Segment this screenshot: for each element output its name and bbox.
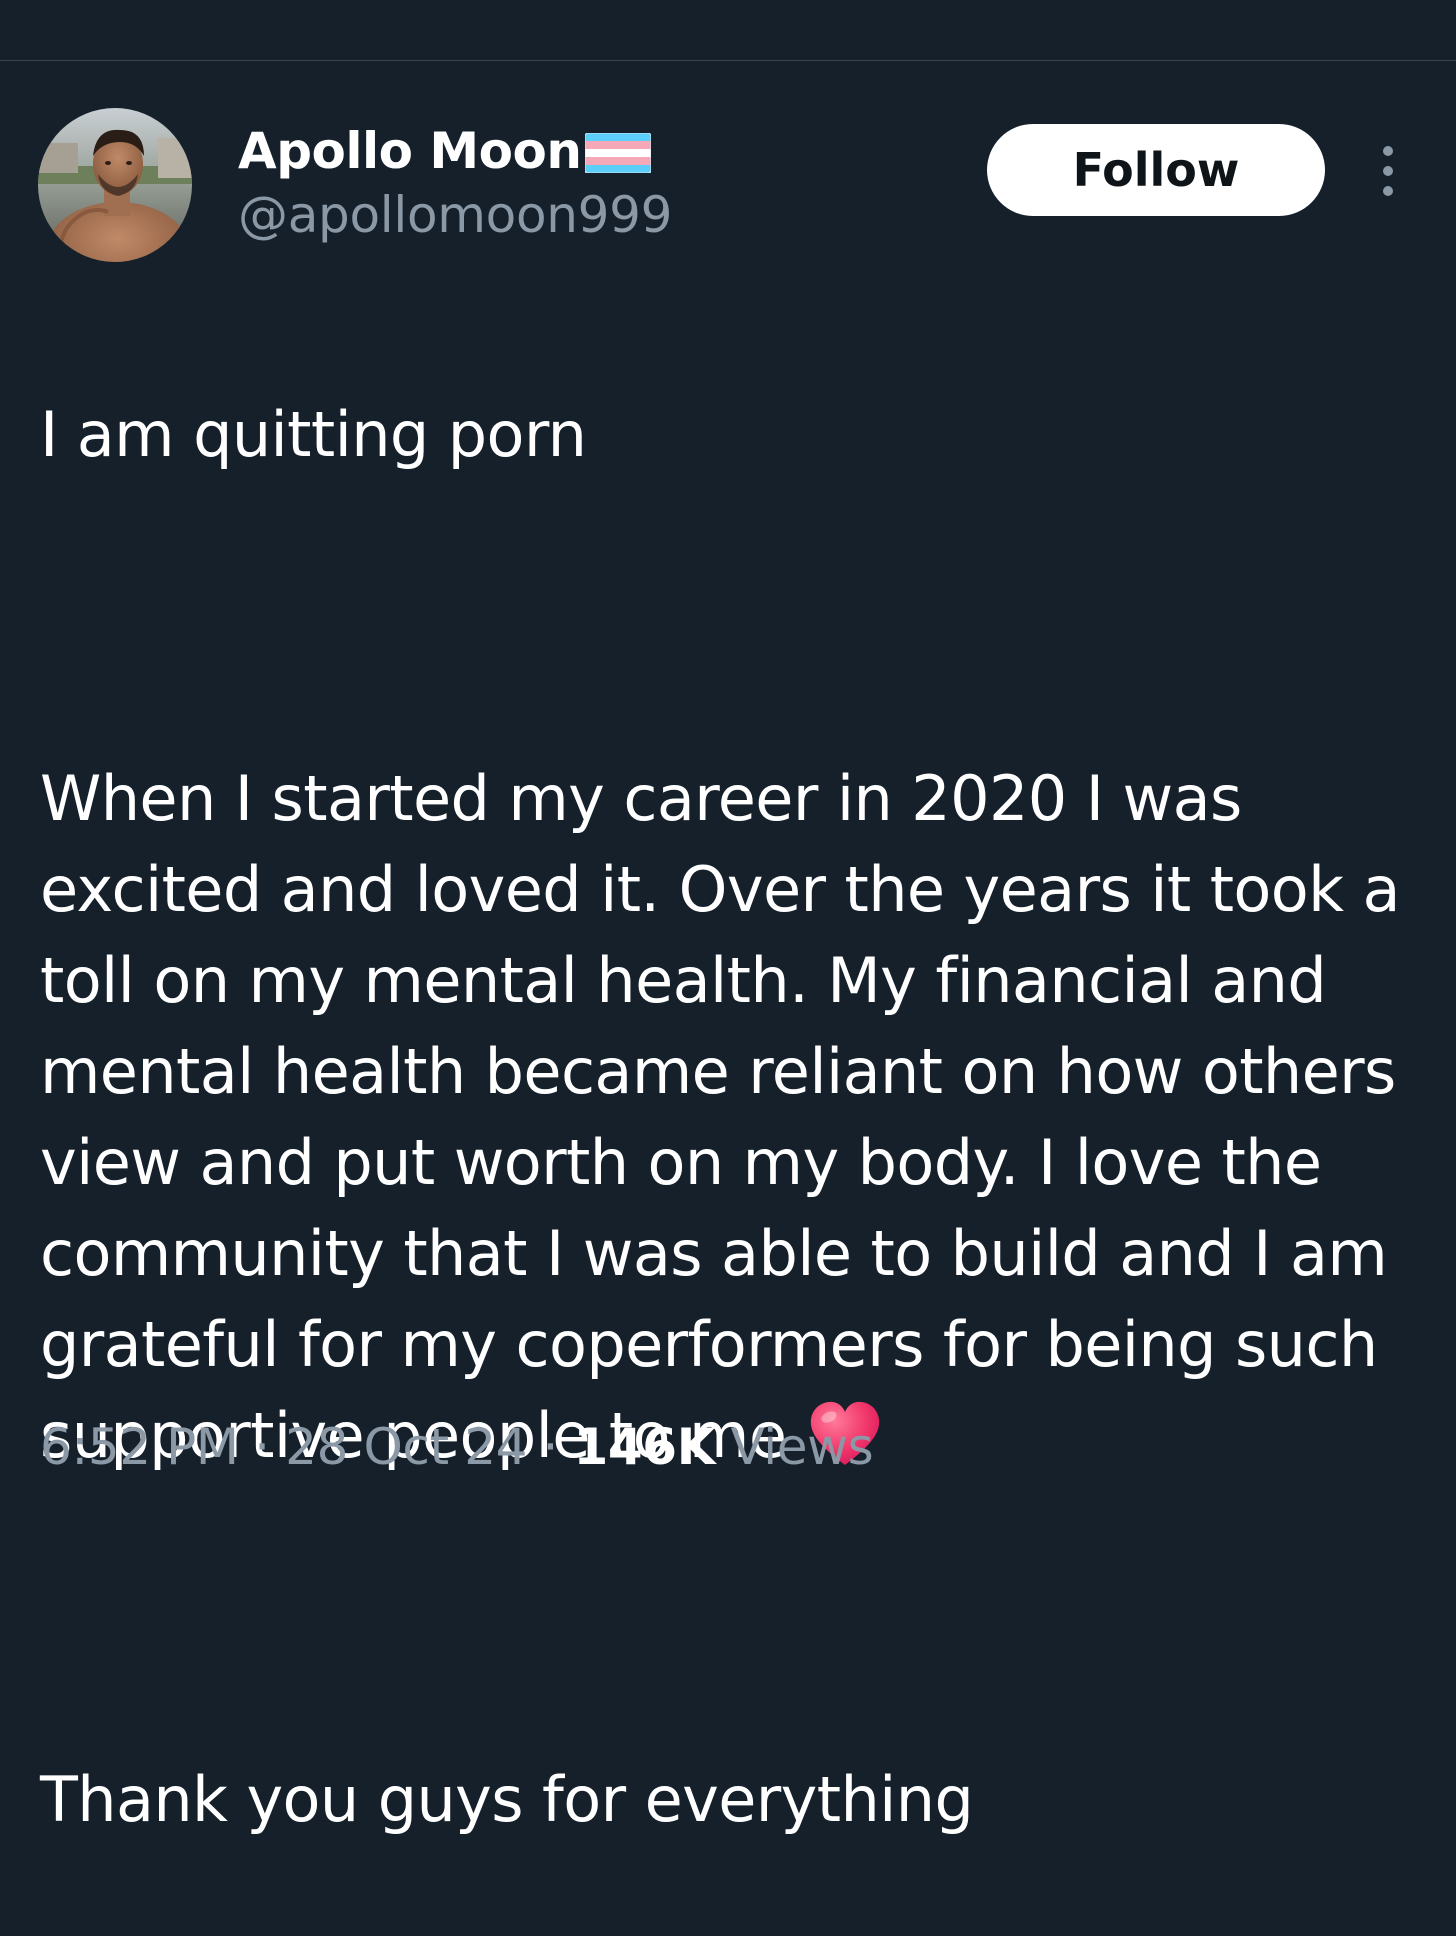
tweet-time[interactable]: 6:52 PM [40,1418,239,1476]
follow-button[interactable]: Follow [987,124,1325,216]
tweet-paragraph: Thank you guys for everything [40,1763,974,1836]
author-display-name[interactable]: Apollo Moon [238,122,582,180]
meta-separator: · [527,1418,574,1476]
avatar-photo [38,108,192,262]
views-count[interactable]: 146K [574,1418,716,1476]
tweet-text: I am quitting porn When I started my car… [40,298,1430,1936]
tweet-meta: 6:52 PM · 28 Oct 24 · 146K Views [40,1418,874,1476]
tweet-date[interactable]: 28 Oct 24 [285,1418,527,1476]
author-handle[interactable]: @apollomoon999 [238,186,672,244]
meta-separator: · [238,1418,286,1476]
views-label: Views [715,1418,874,1476]
transgender-flag-icon [585,133,652,173]
tweet-paragraph: I am quitting porn [40,398,587,471]
tweet-paragraph-text: When I started my career in 2020 I was e… [40,762,1401,1472]
avatar[interactable] [38,108,192,262]
tweet-paragraph: When I started my career in 2020 I was e… [40,753,1430,1481]
more-vertical-icon[interactable] [1368,142,1408,200]
top-divider [0,60,1456,61]
follow-button-label: Follow [1072,143,1240,197]
author-display-name-row[interactable]: Apollo Moon [238,118,652,184]
